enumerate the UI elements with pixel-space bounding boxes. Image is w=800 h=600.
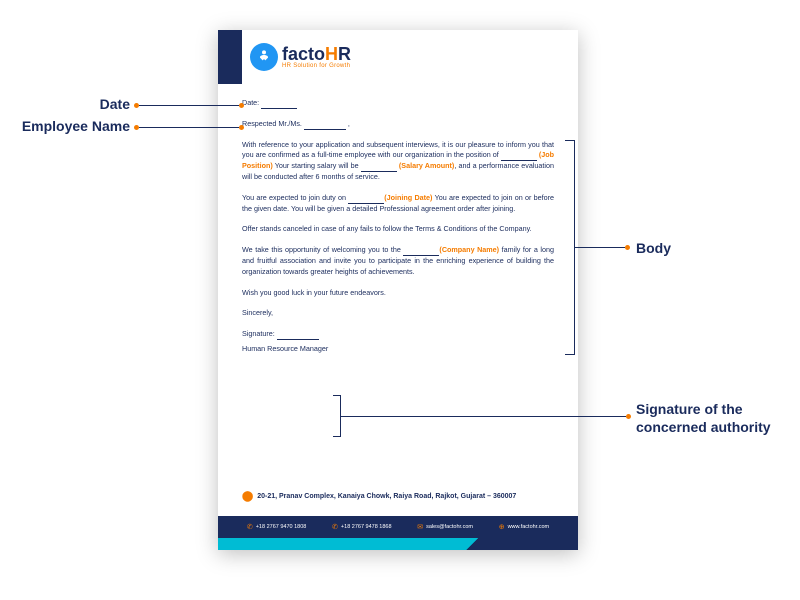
date-blank: [261, 102, 297, 109]
signature-block: Sincerely, Signature: Human Resource Man…: [242, 308, 554, 354]
logo-word-3: R: [338, 44, 351, 64]
paragraph-4: We take this opportunity of welcoming yo…: [242, 245, 554, 277]
letter-content: Date: Respected Mr./Ms. , With reference…: [218, 84, 578, 355]
company-name-fill: (Company Name): [439, 245, 499, 254]
annotation-connector: [341, 416, 626, 417]
address-text: 20-21, Pranav Complex, Kanaiya Chowk, Ra…: [257, 493, 516, 500]
signature-blank: [277, 333, 319, 340]
footer-bar: ✆+18 2767 9470 1808 ✆+18 2767 9478 1868 …: [218, 516, 578, 538]
name-blank: [304, 123, 346, 130]
salutation-line: Respected Mr./Ms. ,: [242, 119, 554, 130]
annotation-bracket: [333, 395, 341, 437]
annotation-connector: [139, 105, 239, 106]
closing-line: Sincerely,: [242, 308, 554, 319]
globe-icon: ⊕: [499, 523, 505, 531]
footer-phone-1: ✆+18 2767 9470 1808: [247, 523, 307, 531]
footer-web: ⊕www.factohr.com: [499, 523, 549, 531]
date-label: Date:: [242, 98, 259, 107]
letter-header: factoHR HR Solution for Growth: [218, 30, 578, 84]
annotation-dot: [626, 414, 631, 419]
annotation-date: Date: [30, 96, 130, 112]
paragraph-3: Offer stands canceled in case of any fai…: [242, 224, 554, 235]
logo-icon: [250, 43, 278, 71]
signature-title: Human Resource Manager: [242, 344, 554, 355]
logo-word-2: H: [325, 44, 338, 64]
salary-fill: (Salary Amount): [399, 161, 454, 170]
salutation-text: Respected Mr./Ms.: [242, 119, 302, 128]
letter-document: factoHR HR Solution for Growth Date: Res…: [218, 30, 578, 550]
annotation-employee-name: Employee Name: [10, 118, 130, 134]
header-accent-bar: [218, 30, 242, 84]
phone-icon: ✆: [332, 523, 338, 531]
annotation-connector: [575, 247, 625, 248]
address-line: ⬤ 20-21, Pranav Complex, Kanaiya Chowk, …: [242, 491, 554, 502]
signature-line: Signature:: [242, 329, 554, 340]
logo-word-1: facto: [282, 44, 325, 64]
annotation-dot: [625, 245, 630, 250]
annotation-dot: [239, 103, 244, 108]
annotation-body: Body: [636, 240, 671, 256]
footer-phone-2: ✆+18 2767 9478 1868: [332, 523, 392, 531]
mail-icon: ✉: [417, 523, 423, 531]
annotation-bracket: [565, 140, 575, 355]
joining-date-fill: (Joining Date): [384, 193, 432, 202]
paragraph-2: You are expected to join duty on (Joinin…: [242, 193, 554, 215]
signature-label: Signature:: [242, 329, 275, 338]
logo-tagline: HR Solution for Growth: [282, 63, 351, 69]
logo-text: factoHR HR Solution for Growth: [282, 45, 351, 69]
footer-email: ✉sales@factohr.com: [417, 523, 473, 531]
footer-cyan-stripe: [218, 538, 578, 550]
phone-icon: ✆: [247, 523, 253, 531]
pin-icon: ⬤: [242, 491, 253, 502]
paragraph-1: With reference to your application and s…: [242, 140, 554, 183]
annotation-signature: Signature of the concerned authority: [636, 400, 786, 436]
salutation-end: ,: [348, 119, 350, 128]
paragraph-5: Wish you good luck in your future endeav…: [242, 288, 554, 299]
logo-area: factoHR HR Solution for Growth: [242, 30, 578, 84]
letter-footer: ✆+18 2767 9470 1808 ✆+18 2767 9478 1868 …: [218, 512, 578, 550]
annotation-connector: [139, 127, 239, 128]
date-line: Date:: [242, 98, 554, 109]
annotation-dot: [239, 125, 244, 130]
